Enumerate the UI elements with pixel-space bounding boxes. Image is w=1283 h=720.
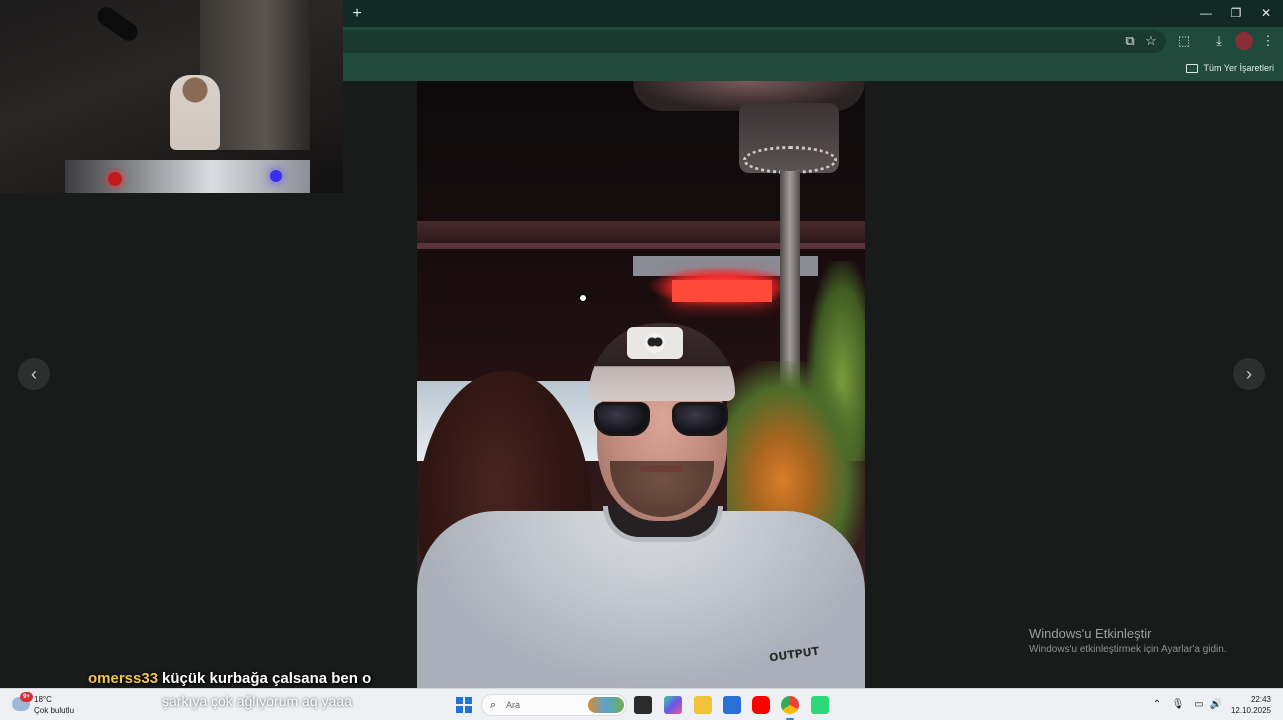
windows-logo-tile (464, 705, 472, 713)
volume-icon[interactable]: 🔊 (1209, 698, 1223, 712)
cast-icon[interactable]: ⧉ (1121, 32, 1139, 50)
chat-message-line1: küçük kurbağa çalsana ben o (162, 670, 372, 687)
mouse-cursor (579, 294, 587, 302)
windows-logo-tile (456, 705, 464, 713)
cap-panda-patch (627, 327, 683, 359)
all-bookmarks-button[interactable]: Tüm Yer İşaretleri (1186, 60, 1274, 76)
start-button[interactable] (456, 697, 472, 713)
weather-widget[interactable]: 9+ 18°C Çok bulutlu (12, 692, 92, 718)
menu-icon[interactable]: ⋮ (1259, 32, 1277, 50)
webcam-overlay (0, 0, 343, 193)
webcam-red-light (108, 172, 122, 186)
right-lens (672, 402, 728, 436)
app-icon[interactable] (811, 696, 829, 714)
next-photo-button[interactable]: › (1233, 358, 1265, 390)
copilot-icon[interactable] (664, 696, 682, 714)
monitor-icon[interactable]: ▭ (1192, 698, 1206, 712)
browser-toolbar: ⧉ ☆ ⬚ ⤓ ⋮ (343, 27, 1283, 55)
taskbar-search[interactable]: ⌕ Ara (481, 694, 627, 716)
extensions-icon[interactable]: ⬚ (1175, 32, 1193, 50)
chrome-icon[interactable] (781, 696, 799, 720)
mic-icon[interactable]: 🎙 (1171, 698, 1185, 712)
search-placeholder: Ara (506, 700, 521, 710)
maximize-button[interactable]: ❐ (1221, 3, 1251, 23)
star-icon[interactable]: ☆ (1142, 32, 1160, 50)
webcam-streamer (170, 75, 220, 150)
profile-icon[interactable] (1235, 32, 1253, 50)
new-tab-button[interactable]: + (347, 4, 367, 24)
heater-ring (743, 146, 837, 174)
file-explorer-icon[interactable] (694, 696, 712, 714)
activation-watermark-subtitle: Windows'u etkinleştirmek için Ayarlar'a … (1029, 644, 1227, 655)
task-view-icon[interactable] (634, 696, 652, 714)
windows-logo-tile (456, 697, 464, 705)
chevron-up-icon[interactable]: ⌃ (1150, 698, 1164, 712)
clock-date: 12.10.2025 (1230, 706, 1271, 715)
browser-tabstrip: + — ❐ ✕ (343, 0, 1283, 27)
photo-image: OUTPUT (417, 81, 865, 688)
weather-temperature: 18°C (34, 695, 52, 704)
minimize-button[interactable]: — (1191, 3, 1221, 23)
all-bookmarks-label: Tüm Yer İşaretleri (1203, 63, 1274, 73)
system-clock[interactable]: 22:43 12.10.2025 (1231, 694, 1271, 716)
close-window-button[interactable]: ✕ (1251, 3, 1281, 23)
previous-photo-button[interactable]: ‹ (18, 358, 50, 390)
notification-badge: 9+ (20, 692, 33, 702)
mouth (639, 465, 683, 472)
windows-logo-tile (464, 697, 472, 705)
chat-username: omerss33 (88, 670, 159, 687)
address-bar[interactable]: ⧉ ☆ (343, 30, 1166, 53)
clock-time: 22:43 (1250, 695, 1271, 704)
bookmarks-bar: Tüm Yer İşaretleri (343, 55, 1283, 81)
webcam-guitar (93, 3, 142, 45)
chat-message-line2: şarkıya çok ağlıyorum aq yaaa (162, 693, 352, 709)
red-heat-lamp (672, 280, 772, 302)
store-icon[interactable] (723, 696, 741, 714)
screen: + — ❐ ✕ ⧉ ☆ ⬚ ⤓ ⋮ Tüm Yer İşaretleri OUT… (0, 0, 1283, 720)
weather-condition: Çok bulutlu (34, 706, 75, 715)
sunglasses (594, 402, 730, 438)
folder-icon (1186, 63, 1199, 73)
youtube-icon[interactable] (752, 696, 770, 714)
search-highlight-image (588, 697, 624, 713)
activation-watermark-title: Windows'u Etkinleştir (1029, 626, 1152, 641)
left-lens (594, 402, 650, 436)
webcam-blue-light (270, 170, 282, 182)
download-icon[interactable]: ⤓ (1210, 32, 1228, 50)
search-icon: ⌕ (490, 699, 497, 711)
